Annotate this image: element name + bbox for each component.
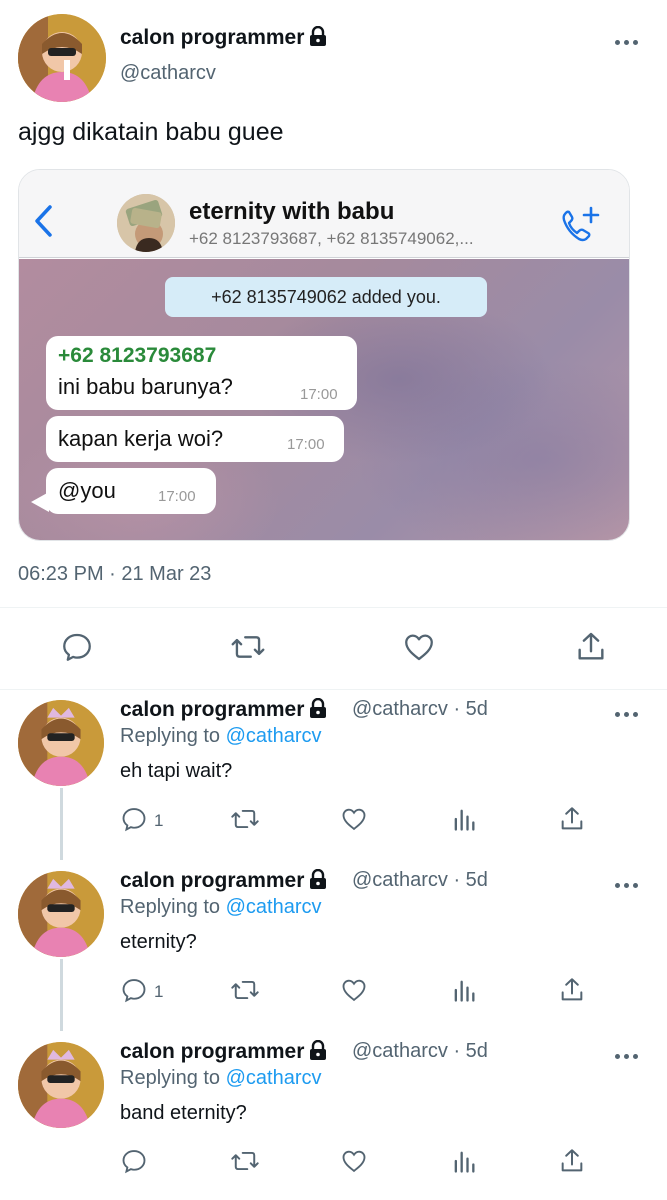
retweet-icon[interactable] [230, 976, 260, 1009]
replying-prefix: Replying to [120, 725, 226, 747]
tweet-actions [0, 630, 667, 670]
share-icon[interactable] [574, 630, 608, 669]
main-display-name-row: calon programmer [120, 25, 327, 51]
reply-meta: @catharcv · 5d [352, 1040, 488, 1062]
reply-display-name[interactable]: calon programmer [120, 698, 304, 721]
reply-tweet[interactable]: calon programmer @catharcv · 5d Replying… [0, 861, 667, 1031]
reply-count: 1 [154, 811, 164, 830]
main-handle[interactable]: @catharcv [120, 62, 216, 85]
reply-text: eternity? [120, 931, 197, 953]
group-avatar[interactable] [117, 194, 175, 252]
more-icon[interactable] [615, 883, 639, 889]
tweet-text: ajgg dikatain babu guee [18, 118, 284, 146]
replying-to: Replying to @catharcv [120, 896, 322, 919]
lock-icon [309, 1039, 327, 1065]
reply-tweet[interactable]: calon programmer @catharcv · 5d Replying… [0, 1032, 667, 1200]
add-call-icon[interactable] [559, 206, 601, 251]
main-avatar[interactable] [18, 14, 106, 102]
like-icon[interactable] [340, 976, 368, 1009]
views-icon[interactable] [450, 805, 478, 838]
like-icon[interactable] [340, 805, 368, 838]
bubble-text: kapan kerja woi? [58, 426, 224, 451]
reply-actions [0, 1147, 667, 1177]
back-icon[interactable] [33, 204, 55, 243]
replying-to: Replying to @catharcv [120, 1067, 322, 1090]
bubble-time: 17:00 [287, 436, 325, 453]
retweet-icon[interactable] [230, 805, 260, 838]
main-display-name[interactable]: calon programmer [120, 26, 304, 49]
more-icon[interactable] [615, 1054, 639, 1060]
retweet-icon[interactable] [230, 630, 266, 669]
lock-icon [309, 697, 327, 723]
retweet-icon[interactable] [230, 1147, 260, 1180]
tweet-timestamp[interactable]: 06:23 PM · 21 Mar 23 [18, 563, 211, 586]
reply-display-name[interactable]: calon programmer [120, 869, 304, 892]
bubble-text: ini babu barunya? [58, 374, 233, 399]
reply-avatar[interactable] [18, 700, 104, 786]
like-icon[interactable] [402, 630, 436, 669]
reply-meta: @catharcv · 5d [352, 869, 488, 891]
lock-icon [309, 25, 327, 51]
reply-meta: @catharcv · 5d [352, 698, 488, 720]
views-icon[interactable] [450, 1147, 478, 1180]
divider [0, 607, 667, 608]
chat-bubble: +62 8123793687 ini babu barunya? 17:00 [46, 336, 357, 410]
lock-icon [309, 868, 327, 894]
reply-display-name[interactable]: calon programmer [120, 1040, 304, 1063]
reply-avatar[interactable] [18, 1042, 104, 1128]
chat-bubble: kapan kerja woi? 17:00 [46, 416, 344, 462]
reply-count: 1 [154, 982, 164, 1001]
reply-text: band eternity? [120, 1102, 247, 1124]
chat-bubble: @you 17:00 [46, 468, 216, 514]
reply-avatar[interactable] [18, 871, 104, 957]
share-icon[interactable] [558, 805, 586, 838]
like-icon[interactable] [340, 1147, 368, 1180]
bubble-time: 17:00 [300, 386, 338, 403]
reply-icon[interactable] [60, 630, 94, 669]
reply-text: eh tapi wait? [120, 760, 233, 782]
group-name: eternity with babu [189, 198, 395, 225]
more-icon[interactable] [615, 40, 639, 46]
reply-icon[interactable] [120, 805, 148, 838]
reply-actions: 1 [0, 976, 667, 1006]
mention-link[interactable]: @catharcv [226, 896, 322, 918]
views-icon[interactable] [450, 976, 478, 1009]
tweet-media[interactable]: eternity with babu +62 8123793687, +62 8… [18, 169, 630, 541]
reply-actions: 1 [0, 805, 667, 835]
system-message: +62 8135749062 added you. [165, 277, 487, 317]
chat-header: eternity with babu +62 8123793687, +62 8… [19, 170, 629, 258]
share-icon[interactable] [558, 1147, 586, 1180]
share-icon[interactable] [558, 976, 586, 1009]
group-members: +62 8123793687, +62 8135749062,... [189, 229, 474, 248]
mention-link[interactable]: @catharcv [226, 725, 322, 747]
reply-icon[interactable] [120, 1147, 148, 1180]
more-icon[interactable] [615, 712, 639, 718]
replying-prefix: Replying to [120, 1067, 226, 1089]
mention-link[interactable]: @catharcv [226, 1067, 322, 1089]
reply-tweet[interactable]: calon programmer @catharcv · 5d Replying… [0, 690, 667, 860]
replying-prefix: Replying to [120, 896, 226, 918]
bubble-text: @you [58, 478, 116, 503]
bubble-time: 17:00 [158, 488, 196, 505]
reply-icon[interactable] [120, 976, 148, 1009]
replying-to: Replying to @catharcv [120, 725, 322, 748]
bubble-sender: +62 8123793687 [58, 344, 217, 367]
